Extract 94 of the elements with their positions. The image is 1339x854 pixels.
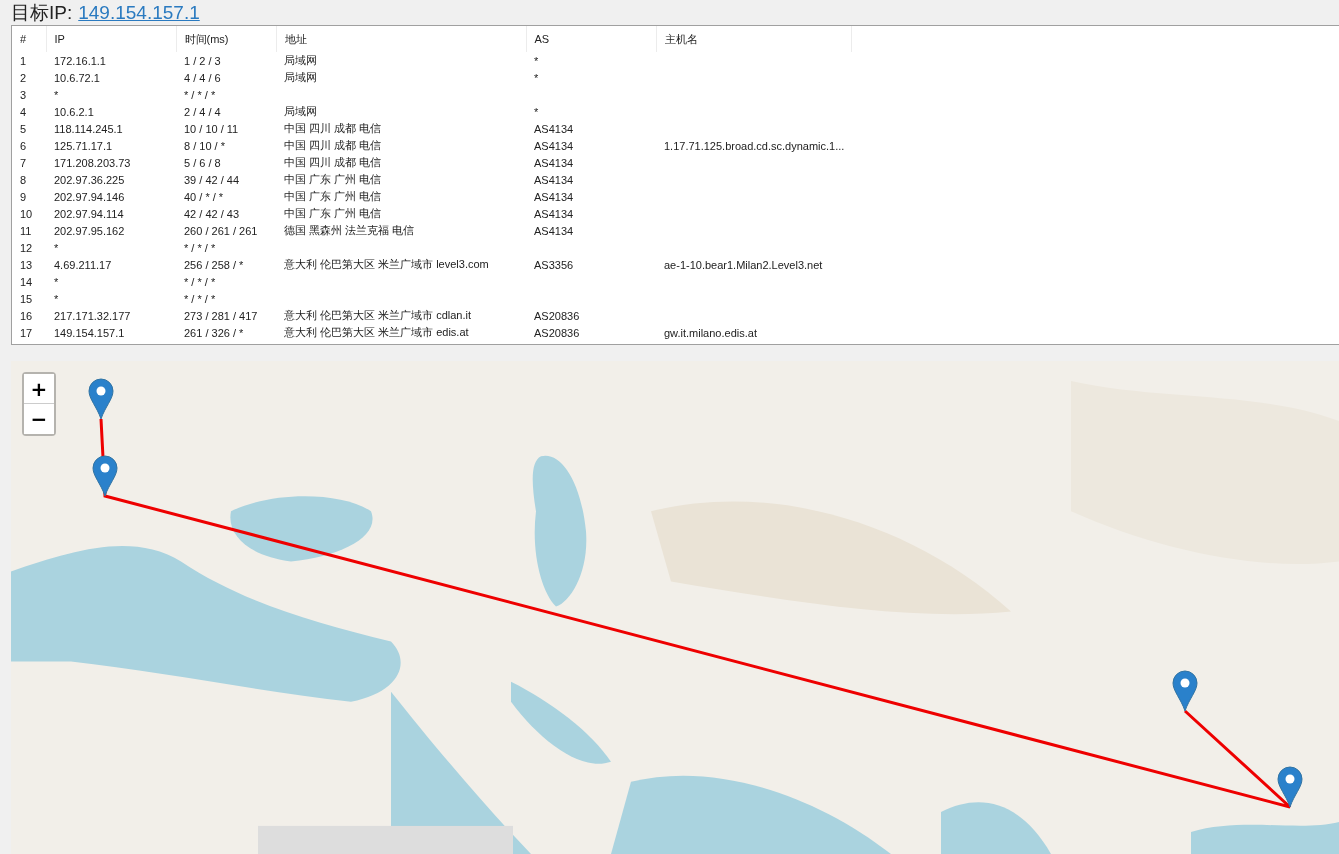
table-cell: 2 <box>20 71 27 84</box>
table-cell: 10 / 10 / 11 <box>184 122 239 135</box>
table-cell: 256 / 258 / * <box>184 258 244 271</box>
table-cell: * <box>54 292 59 305</box>
column-header[interactable]: 时间(ms) <box>176 26 276 52</box>
table-cell: 8 / 10 / * <box>184 139 225 152</box>
table-cell: 172.16.1.1 <box>54 54 106 67</box>
table-cell: AS4134 <box>534 122 574 135</box>
table-cell: 118.114.245.1 <box>54 122 123 135</box>
table-cell: 1 <box>20 54 27 67</box>
table-cell: 3 <box>20 88 27 101</box>
table-cell: * <box>534 71 539 84</box>
table-cell: 7 <box>20 156 27 169</box>
target-label: 目标IP: <box>11 0 73 25</box>
map-marker-icon[interactable] <box>88 378 114 420</box>
table-cell: 8 <box>20 173 27 186</box>
table-cell: 16 <box>20 309 33 322</box>
table-cell: * / * / * <box>184 292 216 305</box>
table-cell: * / * / * <box>184 88 216 101</box>
table-cell: 2 / 4 / 4 <box>184 105 221 118</box>
table-cell: 11 <box>20 224 32 237</box>
table-cell: 42 / 42 / 43 <box>184 207 240 220</box>
table-cell: 中国 广东 广州 电信 <box>284 207 382 219</box>
map-marker-icon[interactable] <box>1172 670 1198 712</box>
map-marker-icon[interactable] <box>92 455 118 497</box>
table-cell: 171.208.203.73 <box>54 156 131 169</box>
table-cell: 14 <box>20 275 33 288</box>
table-cell: 125.71.17.1 <box>54 139 113 152</box>
table-cell: AS4134 <box>534 156 574 169</box>
table-cell: 4.69.211.17 <box>54 258 112 271</box>
zoom-in-button[interactable]: + <box>24 374 54 404</box>
table-cell: 9 <box>20 190 27 203</box>
table-cell: 中国 四川 成都 电信 <box>284 156 382 168</box>
column-header[interactable]: # <box>12 26 46 52</box>
table-cell: 202.97.36.225 <box>54 173 125 186</box>
table-cell: 1 / 2 / 3 <box>184 54 221 67</box>
column-header[interactable]: 主机名 <box>656 26 851 52</box>
column-header[interactable]: IP <box>46 26 176 52</box>
table-cell: 4 <box>20 105 27 118</box>
table-cell: ae-1-10.bear1.Milan2.Level3.net <box>664 258 823 271</box>
table-cell: * / * / * <box>184 275 216 288</box>
table-cell: AS4134 <box>534 224 574 237</box>
table-cell: 意大利 伦巴第大区 米兰广域市 level3.com <box>284 258 489 270</box>
table-cell: AS4134 <box>534 190 574 203</box>
zoom-out-button[interactable]: − <box>24 404 54 434</box>
table-cell: 15 <box>20 292 33 305</box>
table-cell: 17 <box>20 326 33 339</box>
table-cell: 10 <box>20 207 33 220</box>
table-cell: 意大利 伦巴第大区 米兰广域市 edis.at <box>284 326 469 338</box>
table-cell: * <box>534 105 539 118</box>
table-cell: AS3356 <box>534 258 574 271</box>
table-cell: * / * / * <box>184 241 216 254</box>
table-cell: 局域网 <box>284 105 317 117</box>
map-marker-icon[interactable] <box>1277 766 1303 808</box>
table-cell: 202.97.94.114 <box>54 207 124 220</box>
table-cell: 40 / * / * <box>184 190 224 203</box>
table-cell: 中国 四川 成都 电信 <box>284 122 382 134</box>
table-cell: AS4134 <box>534 173 574 186</box>
table-cell: * <box>534 54 539 67</box>
table-cell: 意大利 伦巴第大区 米兰广域市 cdlan.it <box>284 309 472 321</box>
table-cell: 260 / 261 / 261 <box>184 224 258 237</box>
table-cell: AS20836 <box>534 326 580 339</box>
table-cell: 1.17.71.125.broad.cd.sc.dynamic.1... <box>664 139 845 152</box>
table-cell: 13 <box>20 258 33 271</box>
table-cell: * <box>54 88 59 101</box>
table-cell: 273 / 281 / 417 <box>184 309 258 322</box>
table-cell: 局域网 <box>284 71 317 83</box>
table-cell: 39 / 42 / 44 <box>184 173 240 186</box>
table-cell: 10.6.2.1 <box>54 105 94 118</box>
table-cell: 中国 四川 成都 电信 <box>284 139 382 151</box>
table-cell: 202.97.95.162 <box>54 224 125 237</box>
table-cell: AS4134 <box>534 139 574 152</box>
table-cell: 4 / 4 / 6 <box>184 71 221 84</box>
table-cell: 局域网 <box>284 54 317 66</box>
table-cell: gw.it.milano.edis.at <box>664 326 757 339</box>
table-cell: 261 / 326 / * <box>184 326 244 339</box>
table-cell: 6 <box>20 139 27 152</box>
table-cell: AS4134 <box>534 207 574 220</box>
table-cell: 5 / 6 / 8 <box>184 156 221 169</box>
table-cell: * <box>54 241 59 254</box>
table-cell: 中国 广东 广州 电信 <box>284 190 382 202</box>
table-cell: 217.171.32.177 <box>54 309 131 322</box>
table-cell: 149.154.157.1 <box>54 326 125 339</box>
column-header[interactable]: AS <box>526 26 656 52</box>
table-cell: * <box>54 275 59 288</box>
target-ip-link[interactable]: 149.154.157.1 <box>78 1 200 24</box>
table-cell: 5 <box>20 122 27 135</box>
table-cell: 202.97.94.146 <box>54 190 125 203</box>
table-cell: AS20836 <box>534 309 580 322</box>
table-cell: 德国 黑森州 法兰克福 电信 <box>284 224 415 236</box>
column-header[interactable]: 地址 <box>276 26 526 52</box>
table-cell: 中国 广东 广州 电信 <box>284 173 382 185</box>
table-cell: 10.6.72.1 <box>54 71 100 84</box>
table-cell: 12 <box>20 241 33 254</box>
